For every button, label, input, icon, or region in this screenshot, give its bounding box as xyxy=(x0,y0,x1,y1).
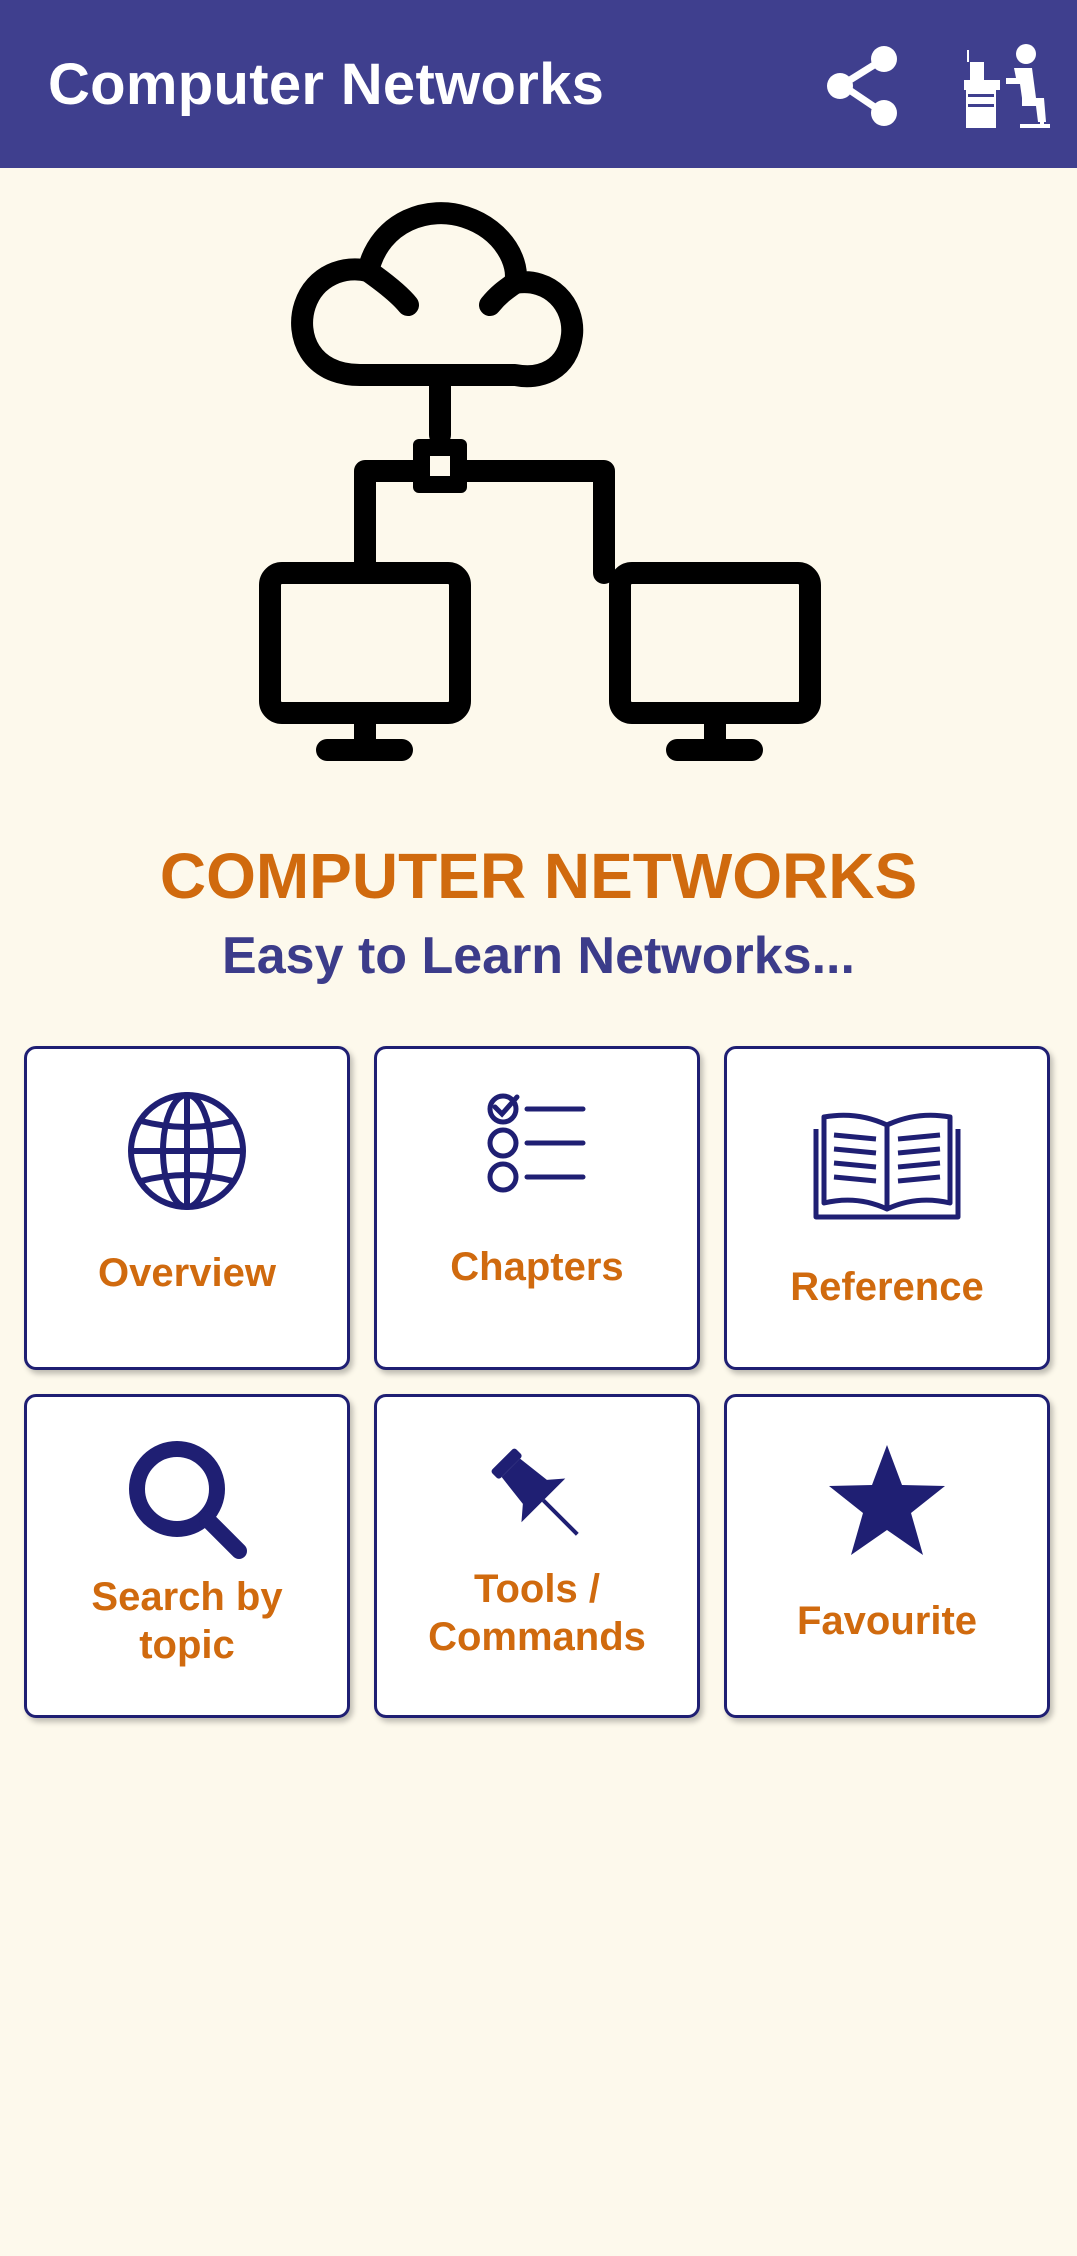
share-button[interactable] xyxy=(820,42,910,132)
pushpin-icon xyxy=(491,1448,579,1536)
hero-subtitle: Easy to Learn Networks... xyxy=(222,927,855,985)
tools-commands-tile[interactable]: Tools / Commands xyxy=(374,1394,700,1718)
overview-tile[interactable]: Overview xyxy=(24,1046,350,1370)
checklist-icon xyxy=(487,1093,586,1193)
open-book-icon xyxy=(813,1112,961,1220)
cloud-network-icon xyxy=(259,202,821,761)
chapters-tile[interactable]: Chapters xyxy=(374,1046,700,1370)
star-icon xyxy=(829,1445,945,1555)
app-title: Computer Networks xyxy=(48,52,605,117)
search-icon xyxy=(129,1441,247,1559)
search-label-line2: topic xyxy=(139,1623,235,1667)
search-by-topic-tile[interactable]: Search by topic xyxy=(24,1394,350,1718)
app-bar: Computer Networks xyxy=(0,0,1077,168)
tools-label-line2: Commands xyxy=(428,1615,646,1659)
chapters-label: Chapters xyxy=(450,1245,624,1289)
share-icon xyxy=(827,46,897,126)
favourite-label: Favourite xyxy=(796,1599,978,1643)
tools-label-line1: Tools / xyxy=(474,1567,600,1611)
search-label-line1: Search by xyxy=(91,1575,283,1619)
hero-illustration xyxy=(250,195,830,780)
overview-label: Overview xyxy=(98,1251,276,1295)
favourite-tile[interactable]: Favourite xyxy=(724,1394,1050,1718)
reference-tile[interactable]: Reference xyxy=(724,1046,1050,1370)
person-at-desk-icon xyxy=(964,44,1050,128)
hero-title: COMPUTER NETWORKS xyxy=(159,840,918,912)
globe-icon xyxy=(128,1092,246,1210)
reference-label: Reference xyxy=(790,1265,984,1309)
profile-button[interactable] xyxy=(962,40,1054,132)
